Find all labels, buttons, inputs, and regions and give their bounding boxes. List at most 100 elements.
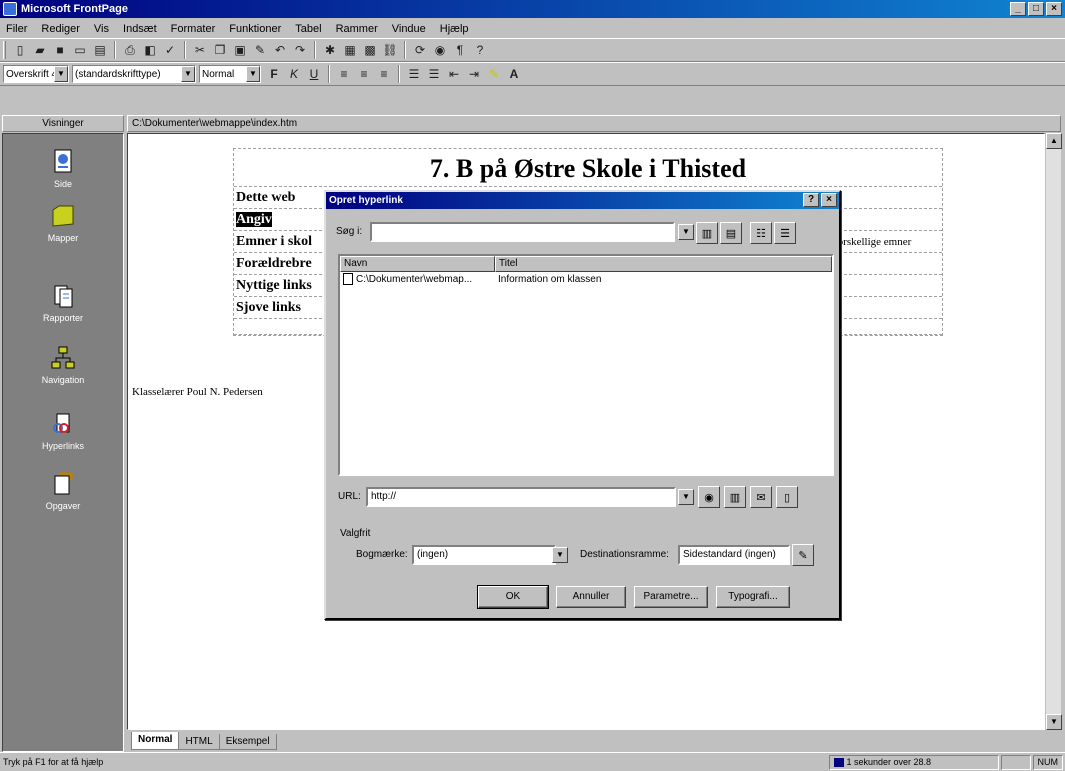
- paste-icon[interactable]: ▣: [230, 41, 250, 59]
- tab-html[interactable]: HTML: [178, 734, 220, 750]
- hyperlink-icon[interactable]: ⛓: [380, 41, 400, 59]
- search-in-select[interactable]: [370, 222, 675, 242]
- view-tabs: Normal HTML Eksempel: [127, 730, 1045, 750]
- format-painter-icon[interactable]: ✎: [250, 41, 270, 59]
- show-all-icon[interactable]: ¶: [450, 41, 470, 59]
- bold-icon[interactable]: F: [264, 65, 284, 83]
- teacher-text[interactable]: Klasselærer Poul N. Pedersen: [132, 386, 263, 398]
- view-navigation[interactable]: Navigation: [3, 344, 123, 385]
- browse-file-icon[interactable]: ▥: [724, 486, 746, 508]
- stop-icon[interactable]: ◉: [430, 41, 450, 59]
- email-link-icon[interactable]: ✉: [750, 486, 772, 508]
- menu-indsaet[interactable]: Indsæt: [121, 23, 159, 35]
- close-window-button[interactable]: ×: [1046, 2, 1062, 16]
- insert-component-icon[interactable]: ✱: [320, 41, 340, 59]
- view-reports[interactable]: Rapporter: [3, 282, 123, 323]
- menu-vindue[interactable]: Vindue: [390, 23, 428, 35]
- menu-formater[interactable]: Formater: [169, 23, 218, 35]
- align-center-icon[interactable]: ≡: [354, 65, 374, 83]
- bookmark-select[interactable]: (ingen): [412, 545, 556, 565]
- publish-icon[interactable]: ▭: [70, 41, 90, 59]
- style-select[interactable]: Overskrift 4 ▼: [3, 65, 69, 83]
- print-icon[interactable]: ⎙: [120, 41, 140, 59]
- dialog-title-bar: Opret hyperlink ? ×: [326, 192, 839, 209]
- style-button[interactable]: Typografi...: [716, 586, 790, 608]
- copy-icon[interactable]: ❐: [210, 41, 230, 59]
- view-page[interactable]: Side: [3, 148, 123, 189]
- views-bar: Side Mapper Rapporter Navigation Hyperli…: [2, 133, 124, 752]
- change-target-frame-icon[interactable]: ✎: [792, 544, 814, 566]
- increase-indent-icon[interactable]: ⇥: [464, 65, 484, 83]
- help-icon[interactable]: ?: [470, 41, 490, 59]
- file-list[interactable]: Navn Titel C:\Dokumenter\webmap... Infor…: [338, 254, 834, 476]
- align-right-icon[interactable]: ≡: [374, 65, 394, 83]
- cut-icon[interactable]: ✂: [190, 41, 210, 59]
- dialog-help-button[interactable]: ?: [803, 193, 819, 207]
- url-input[interactable]: http://: [366, 487, 676, 507]
- browse-web-icon[interactable]: ◉: [698, 486, 720, 508]
- redo-icon[interactable]: ↷: [290, 41, 310, 59]
- folder-list-icon[interactable]: ▤: [90, 41, 110, 59]
- menu-rediger[interactable]: Rediger: [39, 23, 82, 35]
- bulleted-list-icon[interactable]: ☰: [424, 65, 444, 83]
- dialog-close-button[interactable]: ×: [821, 193, 837, 207]
- cancel-button[interactable]: Annuller: [556, 586, 626, 608]
- search-dropdown-button[interactable]: ▼: [678, 224, 694, 240]
- scroll-up-button[interactable]: ▲: [1046, 133, 1062, 149]
- toolbar-handle[interactable]: [3, 41, 6, 59]
- decrease-indent-icon[interactable]: ⇤: [444, 65, 464, 83]
- vertical-scrollbar[interactable]: ▲ ▼: [1045, 133, 1062, 730]
- parameters-button[interactable]: Parametre...: [634, 586, 708, 608]
- page-heading[interactable]: 7. B på Østre Skole i Thisted: [234, 149, 942, 187]
- menu-filer[interactable]: Filer: [4, 23, 29, 35]
- scroll-down-button[interactable]: ▼: [1046, 714, 1062, 730]
- preview-icon[interactable]: ◧: [140, 41, 160, 59]
- bookmark-dropdown-button[interactable]: ▼: [552, 547, 568, 563]
- views-header: Visninger: [2, 115, 124, 132]
- list-view-icon[interactable]: ☷: [750, 222, 772, 244]
- view-folders[interactable]: Mapper: [3, 202, 123, 243]
- view-hyperlinks[interactable]: Hyperlinks: [3, 410, 123, 451]
- hyperlinks-icon: [53, 413, 70, 433]
- url-dropdown-button[interactable]: ▼: [678, 489, 694, 505]
- tab-normal[interactable]: Normal: [131, 732, 180, 750]
- refresh-icon[interactable]: ⟳: [410, 41, 430, 59]
- list-item[interactable]: C:\Dokumenter\webmap... Information om k…: [340, 272, 832, 287]
- underline-icon[interactable]: U: [304, 65, 324, 83]
- numbered-list-icon[interactable]: ☰: [404, 65, 424, 83]
- italic-icon[interactable]: K: [284, 65, 304, 83]
- up-one-level-icon[interactable]: ▥: [696, 222, 718, 244]
- tab-eksempel[interactable]: Eksempel: [218, 734, 277, 750]
- menu-vis[interactable]: Vis: [92, 23, 111, 35]
- spelling-icon[interactable]: ✓: [160, 41, 180, 59]
- save-icon[interactable]: ■: [50, 41, 70, 59]
- ok-button[interactable]: OK: [477, 585, 549, 609]
- font-select[interactable]: (standardskrifttype) ▼: [72, 65, 196, 83]
- maximize-button[interactable]: □: [1028, 2, 1044, 16]
- align-left-icon[interactable]: ≡: [334, 65, 354, 83]
- view-tasks[interactable]: Opgaver: [3, 470, 123, 511]
- menu-rammer[interactable]: Rammer: [334, 23, 380, 35]
- menu-tabel[interactable]: Tabel: [293, 23, 323, 35]
- undo-icon[interactable]: ↶: [270, 41, 290, 59]
- minimize-button[interactable]: _: [1010, 2, 1026, 16]
- open-icon[interactable]: ▰: [30, 41, 50, 59]
- new-page-link-icon[interactable]: ▯: [776, 486, 798, 508]
- page-icon: [54, 149, 72, 173]
- highlight-icon[interactable]: ✎: [484, 65, 504, 83]
- column-header-name[interactable]: Navn: [340, 256, 495, 272]
- menu-funktioner[interactable]: Funktioner: [227, 23, 283, 35]
- document-path: C:\Dokumenter\webmappe\index.htm: [127, 115, 1061, 132]
- insert-image-icon[interactable]: ▩: [360, 41, 380, 59]
- font-color-icon[interactable]: A: [504, 65, 524, 83]
- new-page-icon[interactable]: ▯: [10, 41, 30, 59]
- target-frame-field[interactable]: Sidestandard (ingen): [678, 545, 790, 565]
- navigation-icon: [51, 346, 75, 369]
- new-folder-icon[interactable]: ▤: [720, 222, 742, 244]
- size-select[interactable]: Normal ▼: [199, 65, 261, 83]
- insert-table-icon[interactable]: ▦: [340, 41, 360, 59]
- column-header-title[interactable]: Titel: [495, 256, 832, 272]
- title-bar: Microsoft FrontPage _ □ ×: [0, 0, 1065, 18]
- details-view-icon[interactable]: ☰: [774, 222, 796, 244]
- menu-hjaelp[interactable]: Hjælp: [438, 23, 471, 35]
